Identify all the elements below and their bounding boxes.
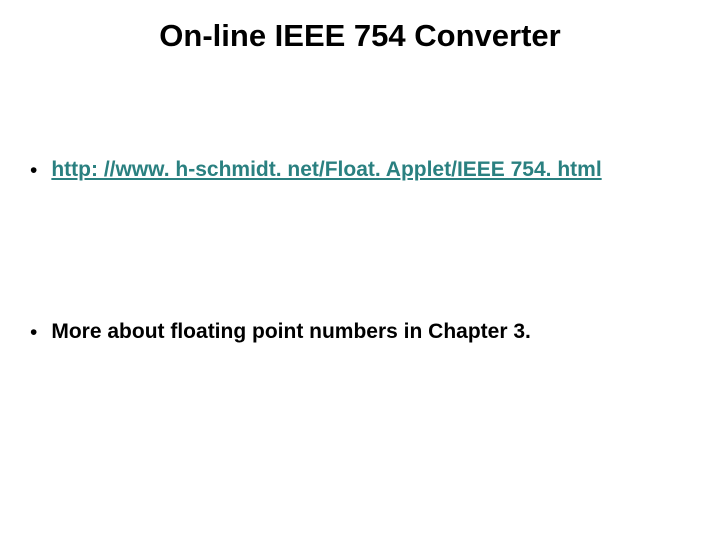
bullet-dot-icon: • xyxy=(30,158,37,183)
slide-title: On-line IEEE 754 Converter xyxy=(0,18,720,54)
bullet-list-1: • http: //www. h-schmidt. net/Float. App… xyxy=(30,158,602,183)
bullet-dot-icon: • xyxy=(30,320,37,345)
bullet-list-2: • More about floating point numbers in C… xyxy=(30,320,531,345)
converter-link[interactable]: http: //www. h-schmidt. net/Float. Apple… xyxy=(51,158,601,182)
list-item: • More about floating point numbers in C… xyxy=(30,320,531,345)
note-text: More about floating point numbers in Cha… xyxy=(51,320,531,344)
list-item: • http: //www. h-schmidt. net/Float. App… xyxy=(30,158,602,183)
